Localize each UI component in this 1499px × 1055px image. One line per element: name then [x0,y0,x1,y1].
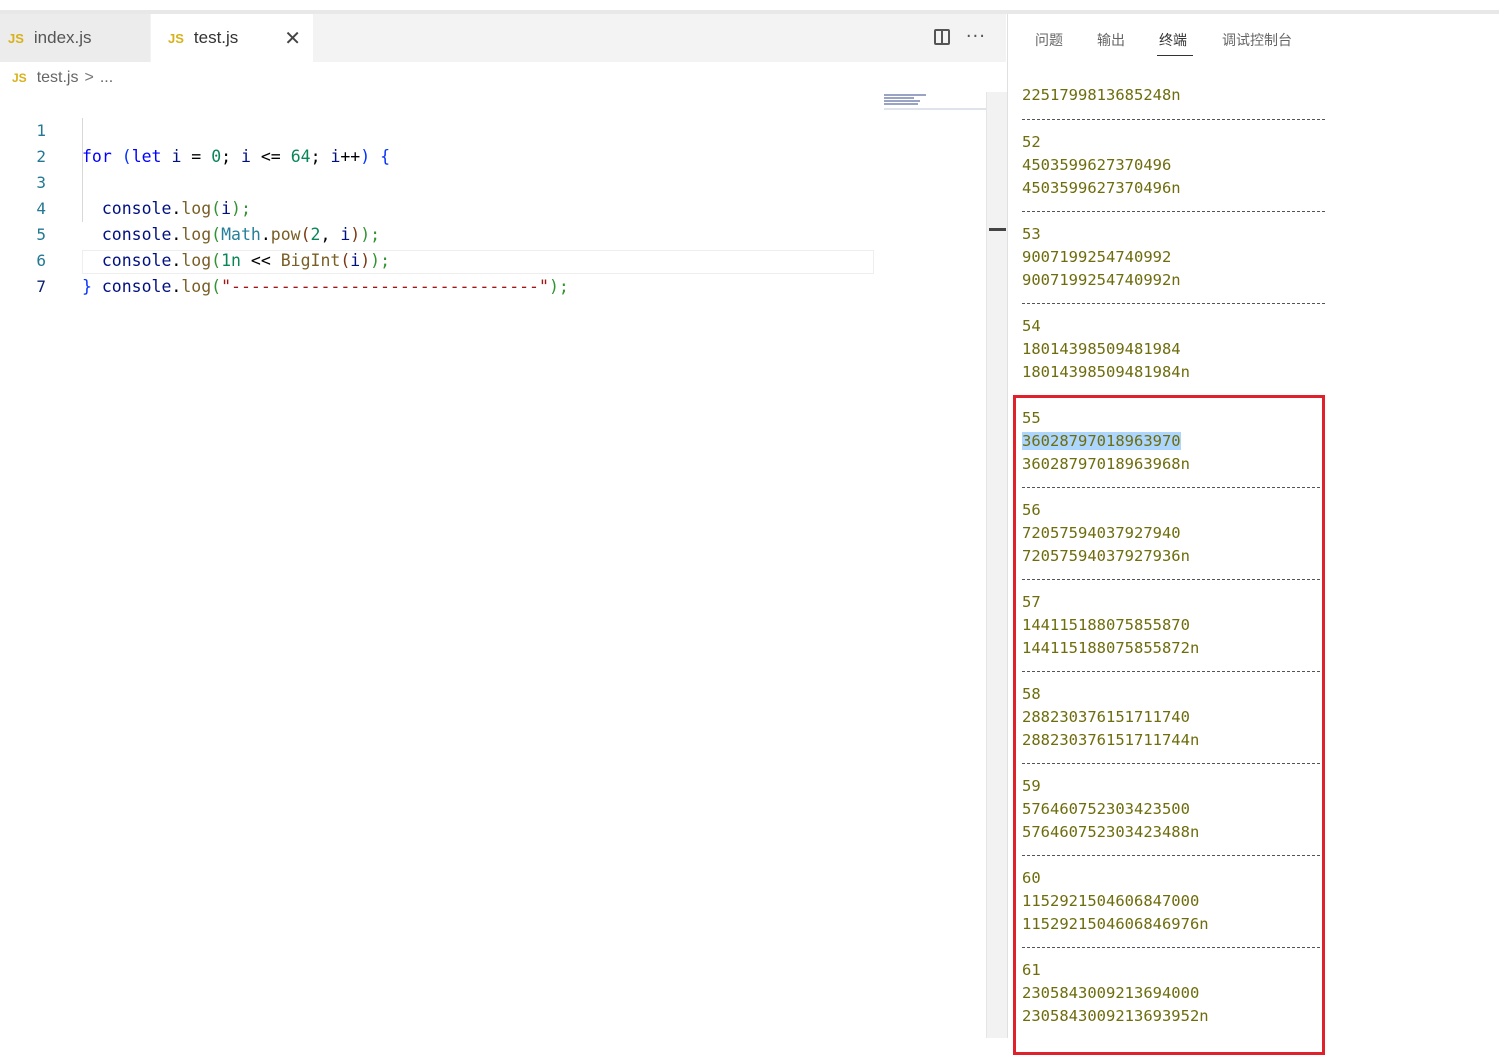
identifier: console [101,277,172,296]
terminal-line-pow: 18014398509481984 [1022,338,1181,360]
tab-output[interactable]: 输出 [1097,30,1125,50]
indent-guide [82,118,83,144]
brace: } [82,277,92,296]
more-actions-icon[interactable]: ··· [966,26,986,47]
string-literal: "-------------------------------" [221,277,549,296]
terminal-text: 53 [1022,225,1041,243]
terminal-separator [1022,119,1325,120]
tab-debug-console[interactable]: 调试控制台 [1222,30,1292,50]
terminal-text: 4503599627370496n [1022,179,1181,197]
breadcrumb-symbol[interactable]: ... [100,69,113,87]
terminal-line-pow: 9007199254740992 [1022,246,1171,268]
current-line-highlight [82,250,874,274]
terminal-line-i: 53 [1022,223,1041,245]
editor-tab-bar: JS index.js JS test.js ✕ ··· [0,14,1006,62]
terminal-text: 52 [1022,133,1041,151]
editor-actions: ··· [933,26,986,47]
chevron-right-icon: > [84,69,94,86]
terminal-text: 18014398509481984n [1022,363,1190,381]
paren: ( [211,277,222,296]
tab-label: index.js [33,28,92,47]
code-line: 1 for (let i = 0; i <= 64; i++) { [0,92,880,166]
terminal-line-big: 18014398509481984n [1022,361,1190,383]
terminal-text: 54 [1022,317,1041,335]
terminal-text: 18014398509481984 [1022,340,1181,358]
panel-tabs: 问题 输出 终端 调试控制台 [1008,14,1499,62]
active-tab-indicator [1157,55,1193,56]
terminal-text: 4503599627370496 [1022,156,1172,174]
tab-terminal[interactable]: 终端 [1159,30,1187,50]
terminal-text: 9007199254740992 [1022,248,1172,266]
terminal-line: 2251799813685248n [1022,86,1181,104]
tab-label: test.js [193,28,239,47]
terminal-line-i: 54 [1022,315,1041,337]
indent-guide [82,144,83,170]
code-line: 6 } [0,222,880,296]
tab-test-js[interactable]: JS test.js ✕ [151,14,313,62]
editor-scrollbar[interactable] [986,92,1007,1038]
terminal-separator [1022,303,1325,304]
js-file-icon: JS [168,30,184,46]
indent-guide [82,196,83,222]
code-line: 3 console.log(Math.pow(2, i)); [0,144,880,244]
js-file-icon: JS [12,71,27,85]
breadcrumb: JS test.js > ... [12,68,113,88]
terminal-line-big: 9007199254740992n [1022,269,1181,291]
paren: ); [548,277,569,296]
terminal-line-pow: 4503599627370496 [1022,154,1171,176]
code-area[interactable]: 1 for (let i = 0; i <= 64; i++) { 2 cons… [0,92,880,296]
js-file-icon: JS [8,30,24,46]
bottom-panel: 问题 输出 终端 调试控制台 2251799813685248n 52 45035… [1007,14,1499,1055]
scrollbar-cursor-marker [989,228,1006,231]
indent-guide [82,170,83,196]
line-number: 7 [36,277,46,296]
terminal-line-i: 52 [1022,131,1041,153]
editor-pane: JS index.js JS test.js ✕ ··· JS test.js … [0,14,1007,1038]
close-tab-icon[interactable]: ✕ [284,26,301,51]
code-line: 4 console.log(1n << BigInt(i)); [0,170,880,270]
terminal-separator [1022,211,1325,212]
breadcrumb-file[interactable]: test.js [37,69,79,87]
code-line: 2 console.log(i); [0,118,880,218]
annotation-highlight-box [1013,395,1325,1055]
minimap-slider[interactable] [884,108,988,110]
punct: . [171,277,182,296]
terminal-line-big: 4503599627370496n [1022,177,1181,199]
tab-index-js[interactable]: JS index.js [0,14,150,62]
split-editor-icon[interactable] [933,28,950,45]
tab-problems[interactable]: 问题 [1035,30,1063,50]
code-line: 5 console.log("-------------------------… [0,196,880,296]
terminal-text: 9007199254740992n [1022,271,1181,289]
function: log [181,277,212,296]
